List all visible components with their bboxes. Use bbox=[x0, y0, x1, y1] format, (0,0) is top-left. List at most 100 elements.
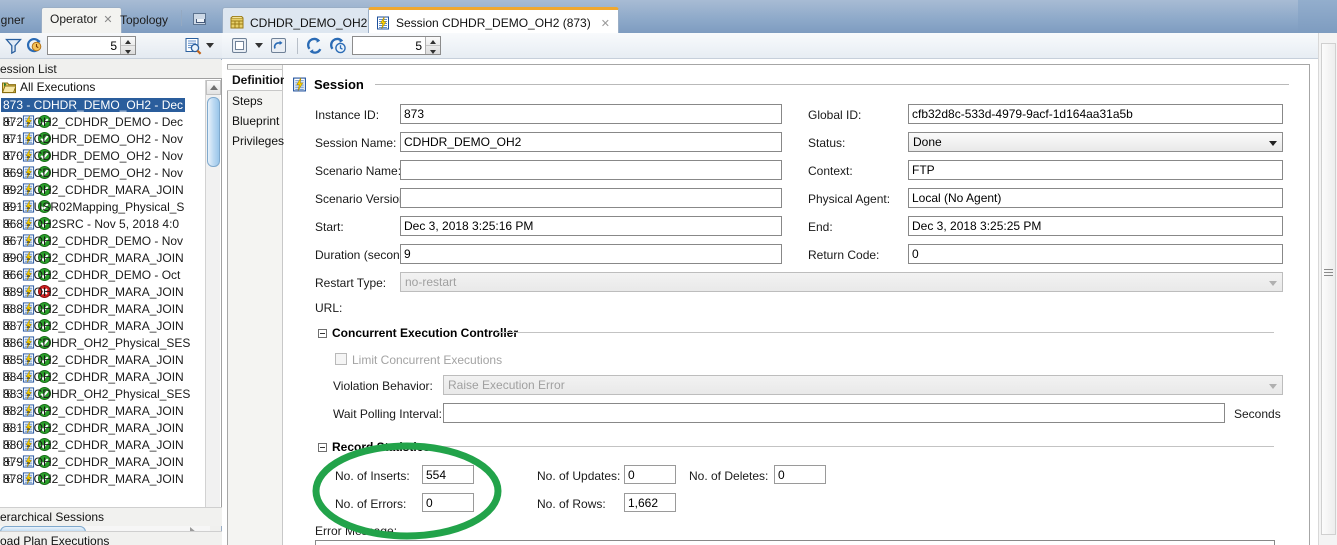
editor-tab-mapping-label: CDHDR_DEMO_OH2 bbox=[250, 16, 368, 30]
editor-tab-session[interactable]: Session CDHDR_DEMO_OH2 (873) ✕ bbox=[368, 7, 619, 33]
close-icon[interactable]: ✕ bbox=[601, 17, 610, 30]
field-duration[interactable]: 9 bbox=[400, 244, 782, 264]
dock-tab-topology-label: Topology bbox=[120, 13, 169, 27]
pane-header-rule bbox=[374, 83, 1289, 85]
sidenav-item-definition[interactable]: Definition bbox=[227, 69, 287, 91]
find-icon[interactable] bbox=[184, 37, 202, 55]
sidenav-item-blueprint[interactable]: Blueprint bbox=[228, 111, 282, 131]
minimize-panel-button[interactable] bbox=[193, 13, 206, 25]
session-tree-item-label: 879 - OH2_CDHDR_MARA_JOIN bbox=[3, 454, 184, 469]
dock-tab-designer[interactable]: igner bbox=[0, 9, 33, 33]
session-tree-item[interactable]: 873 - CDHDR_DEMO_OH2 - Dec bbox=[0, 96, 221, 113]
stop-button-icon[interactable] bbox=[229, 36, 250, 56]
chevron-down-icon[interactable] bbox=[255, 43, 263, 48]
session-tree[interactable]: All Executions 873 - CDHDR_DEMO_OH2 - De… bbox=[0, 78, 222, 524]
tree-root-all-executions[interactable]: All Executions bbox=[0, 79, 221, 96]
auto-refresh-icon[interactable] bbox=[26, 37, 43, 54]
session-tree-item[interactable]: 870 - CDHDR_DEMO_OH2 - Nov bbox=[0, 147, 221, 164]
dock-panel-hierarchical-sessions[interactable]: erarchical Sessions bbox=[0, 507, 222, 526]
field-instance-id[interactable]: 873 bbox=[400, 104, 782, 124]
field-start[interactable]: Dec 3, 2018 3:25:16 PM bbox=[400, 216, 782, 236]
session-tree-item[interactable]: 880 - OH2_CDHDR_MARA_JOIN bbox=[0, 436, 221, 453]
stepper-arrows[interactable] bbox=[425, 37, 440, 54]
session-tree-item-label: 871 - CDHDR_DEMO_OH2 - Nov bbox=[3, 131, 184, 146]
session-tree-item[interactable]: 872 - OH2_CDHDR_DEMO - Dec bbox=[0, 113, 221, 130]
field-session-name[interactable]: CDHDR_DEMO_OH2 bbox=[400, 132, 782, 152]
field-error-message[interactable] bbox=[315, 540, 1275, 545]
sidenav-item-privileges[interactable]: Privileges bbox=[228, 131, 284, 151]
session-tree-item-label: 868 - OH2SRC - Nov 5, 2018 4:0 bbox=[3, 216, 180, 231]
label-violation-behavior: Violation Behavior: bbox=[333, 379, 433, 393]
field-global-id[interactable]: cfb32d8c-533d-4979-9acf-1d164aa31a5b bbox=[908, 104, 1283, 124]
session-tree-item[interactable]: 891 - USR02Mapping_Physical_S bbox=[0, 198, 221, 215]
field-return-code[interactable]: 0 bbox=[908, 244, 1283, 264]
section-record-statistics[interactable]: Record Statistics bbox=[318, 440, 430, 454]
session-tree-item[interactable]: 871 - CDHDR_DEMO_OH2 - Nov bbox=[0, 130, 221, 147]
editor-vertical-scrollbar[interactable] bbox=[1318, 33, 1337, 545]
field-no-of-updates[interactable]: 0 bbox=[624, 465, 676, 484]
refresh-interval-input[interactable] bbox=[48, 37, 120, 54]
chevron-down-icon[interactable] bbox=[206, 43, 214, 48]
combo-restart-type: no-restart bbox=[400, 272, 1283, 292]
session-tree-item[interactable]: 867 - OH2_CDHDR_DEMO - Nov bbox=[0, 232, 221, 249]
session-tree-item[interactable]: 890 - OH2_CDHDR_MARA_JOIN bbox=[0, 249, 221, 266]
field-no-of-deletes[interactable]: 0 bbox=[774, 465, 826, 484]
mapping-icon bbox=[230, 15, 244, 30]
session-tree-item[interactable]: 889 - OH2_CDHDR_MARA_JOIN bbox=[0, 283, 221, 300]
session-tree-item-label: 890 - OH2_CDHDR_MARA_JOIN bbox=[3, 250, 184, 265]
label-start: Start: bbox=[315, 220, 344, 234]
session-tree-item[interactable]: 886 - CDHDR_OH2_Physical_SES bbox=[0, 334, 221, 351]
editor-refresh-interval-stepper[interactable] bbox=[352, 36, 441, 55]
session-tree-item-label: 873 - CDHDR_DEMO_OH2 - Dec bbox=[1, 97, 186, 112]
tree-vertical-scrollbar[interactable] bbox=[205, 80, 221, 523]
field-no-of-rows[interactable]: 1,662 bbox=[624, 493, 676, 512]
session-tree-item-label: 880 - OH2_CDHDR_MARA_JOIN bbox=[3, 437, 184, 452]
sidenav-item-steps[interactable]: Steps bbox=[228, 91, 282, 111]
field-physical-agent[interactable]: Local (No Agent) bbox=[908, 188, 1283, 208]
field-context[interactable]: FTP bbox=[908, 160, 1283, 180]
session-tree-item[interactable]: 885 - OH2_CDHDR_MARA_JOIN bbox=[0, 351, 221, 368]
field-scenario-version[interactable] bbox=[400, 188, 782, 208]
stepper-arrows[interactable] bbox=[120, 37, 135, 54]
field-wait-polling-interval[interactable] bbox=[443, 403, 1225, 423]
session-tree-item[interactable]: 892 - OH2_CDHDR_MARA_JOIN bbox=[0, 181, 221, 198]
editor-refresh-interval-input[interactable] bbox=[353, 37, 425, 54]
session-tree-item[interactable]: 884 - OH2_CDHDR_MARA_JOIN bbox=[0, 368, 221, 385]
dock-tab-topology[interactable]: Topology bbox=[112, 9, 176, 33]
collapse-icon[interactable] bbox=[318, 442, 327, 452]
auto-refresh-icon[interactable] bbox=[329, 37, 347, 55]
session-tree-item[interactable]: 881 - OH2_CDHDR_MARA_JOIN bbox=[0, 419, 221, 436]
session-tree-item[interactable]: 879 - OH2_CDHDR_MARA_JOIN bbox=[0, 453, 221, 470]
session-tree-item[interactable]: 869 - CDHDR_DEMO_OH2 - Nov bbox=[0, 164, 221, 181]
scrollbar-grip[interactable] bbox=[1324, 269, 1333, 278]
combo-status[interactable]: Done bbox=[908, 132, 1283, 152]
field-no-of-errors[interactable]: 0 bbox=[422, 493, 474, 512]
field-no-of-inserts[interactable]: 554 bbox=[422, 465, 474, 484]
field-scenario-name[interactable] bbox=[400, 160, 782, 180]
session-tree-item[interactable]: 866 - OH2_CDHDR_DEMO - Oct bbox=[0, 266, 221, 283]
dock-tab-operator[interactable]: Operator ✕ bbox=[41, 7, 122, 33]
session-tree-item[interactable]: 868 - OH2SRC - Nov 5, 2018 4:0 bbox=[0, 215, 221, 232]
scroll-up-button[interactable] bbox=[206, 80, 221, 95]
editor-toolbar bbox=[222, 33, 1318, 59]
chevron-down-icon[interactable] bbox=[1269, 141, 1277, 146]
label-scenario-version: Scenario Version: bbox=[315, 192, 410, 206]
scrollbar-thumb[interactable] bbox=[207, 97, 220, 167]
session-tree-item[interactable]: 878 - OH2_CDHDR_MARA_JOIN bbox=[0, 470, 221, 487]
field-end[interactable]: Dec 3, 2018 3:25:25 PM bbox=[908, 216, 1283, 236]
refresh-icon[interactable] bbox=[306, 37, 324, 55]
session-tree-item[interactable]: 887 - OH2_CDHDR_MARA_JOIN bbox=[0, 317, 221, 334]
session-tree-item[interactable]: 888 - OH2_CDHDR_MARA_JOIN bbox=[0, 300, 221, 317]
scrollbar-track[interactable] bbox=[1321, 43, 1336, 535]
collapse-icon[interactable] bbox=[318, 328, 327, 338]
section-concurrent-execution-controller[interactable]: Concurrent Execution Controller bbox=[318, 326, 518, 340]
pane-header: Session bbox=[292, 73, 1289, 95]
dock-panel-load-plan-executions[interactable]: oad Plan Executions bbox=[0, 531, 222, 545]
session-tree-item[interactable]: 882 - OH2_CDHDR_MARA_JOIN bbox=[0, 402, 221, 419]
filter-icon[interactable] bbox=[5, 37, 22, 55]
session-tree-item[interactable]: 883 - CDHDR_OH2_Physical_SES bbox=[0, 385, 221, 402]
section-record-title: Record Statistics bbox=[332, 440, 431, 454]
refresh-interval-stepper[interactable] bbox=[47, 36, 136, 55]
restart-icon[interactable] bbox=[268, 36, 289, 56]
session-editor: Definition Steps Blueprint Privileges Se… bbox=[222, 33, 1337, 545]
